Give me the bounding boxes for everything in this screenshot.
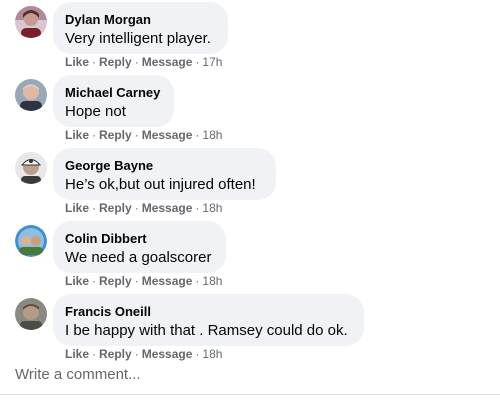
avatar[interactable] (15, 6, 47, 38)
like-link[interactable]: Like (65, 274, 89, 288)
message-link[interactable]: Message (142, 128, 193, 142)
separator: · (92, 201, 97, 215)
avatar[interactable] (15, 152, 47, 184)
comment-text: I be happy with that . Ramsey could do o… (65, 322, 348, 339)
avatar-francis-oneill-icon (15, 298, 47, 330)
write-comment-input[interactable]: Write a comment... (15, 366, 141, 383)
comment-author[interactable]: Francis Oneill (65, 304, 151, 319)
avatar-dylan-morgan-icon (15, 6, 47, 38)
separator: · (195, 274, 200, 288)
separator: · (92, 274, 97, 288)
comment-actions: Like · Reply · Message · 18h (65, 347, 222, 361)
like-link[interactable]: Like (65, 55, 89, 69)
message-link[interactable]: Message (142, 347, 193, 361)
separator: · (134, 128, 139, 142)
avatar[interactable] (15, 79, 47, 111)
reply-link[interactable]: Reply (99, 201, 132, 215)
avatar-michael-carney-icon (15, 79, 47, 111)
comment-author[interactable]: Michael Carney (65, 85, 160, 100)
timestamp[interactable]: 18h (202, 274, 222, 288)
reply-link[interactable]: Reply (99, 55, 132, 69)
separator: · (195, 128, 200, 142)
separator: · (195, 201, 200, 215)
separator: · (134, 201, 139, 215)
comment: Colin Dibbert We need a goalscorer Like ·… (0, 219, 500, 292)
comment-text: He’s ok,but out injured often! (65, 176, 256, 193)
comment-bubble: Dylan Morgan Very intelligent player. (53, 2, 228, 54)
message-link[interactable]: Message (142, 274, 193, 288)
separator: · (92, 347, 97, 361)
comment-text: Hope not (65, 103, 126, 120)
comment: Dylan Morgan Very intelligent player. Li… (0, 0, 500, 73)
separator: · (134, 274, 139, 288)
comment: Michael Carney Hope not Like · Reply · Messa… (0, 73, 500, 146)
reply-link[interactable]: Reply (99, 347, 132, 361)
timestamp[interactable]: 18h (202, 128, 222, 142)
avatar[interactable] (15, 298, 47, 330)
like-link[interactable]: Like (65, 347, 89, 361)
separator: · (92, 128, 97, 142)
like-link[interactable]: Like (65, 128, 89, 142)
separator: · (195, 347, 200, 361)
comment-author[interactable]: Dylan Morgan (65, 12, 151, 27)
comment-actions: Like · Reply · Message · 18h (65, 274, 222, 288)
avatar-colin-dibbert-icon (15, 225, 47, 257)
comment-bubble: Colin Dibbert We need a goalscorer (53, 221, 226, 273)
comment-bubble: Francis Oneill I be happy with that . Ra… (53, 294, 364, 346)
timestamp[interactable]: 17h (202, 55, 222, 69)
comment-text: Very intelligent player. (65, 30, 211, 47)
avatar[interactable] (15, 225, 47, 257)
like-link[interactable]: Like (65, 201, 89, 215)
timestamp[interactable]: 18h (202, 201, 222, 215)
separator: · (195, 55, 200, 69)
separator: · (134, 55, 139, 69)
comment-author[interactable]: Colin Dibbert (65, 231, 147, 246)
reply-link[interactable]: Reply (99, 128, 132, 142)
message-link[interactable]: Message (142, 55, 193, 69)
message-link[interactable]: Message (142, 201, 193, 215)
comment: Francis Oneill I be happy with that . Ra… (0, 292, 500, 365)
divider (0, 394, 500, 395)
separator: · (134, 347, 139, 361)
comment: George Bayne He’s ok,but out injured oft… (0, 146, 500, 219)
timestamp[interactable]: 18h (202, 347, 222, 361)
reply-link[interactable]: Reply (99, 274, 132, 288)
comment-text: We need a goalscorer (65, 249, 212, 266)
comment-actions: Like · Reply · Message · 18h (65, 128, 222, 142)
avatar-george-bayne-icon (15, 152, 47, 184)
comment-author[interactable]: George Bayne (65, 158, 153, 173)
comment-actions: Like · Reply · Message · 18h (65, 201, 222, 215)
comment-bubble: Michael Carney Hope not (53, 75, 174, 127)
comment-bubble: George Bayne He’s ok,but out injured oft… (53, 148, 276, 200)
separator: · (92, 55, 97, 69)
comment-actions: Like · Reply · Message · 17h (65, 55, 222, 69)
